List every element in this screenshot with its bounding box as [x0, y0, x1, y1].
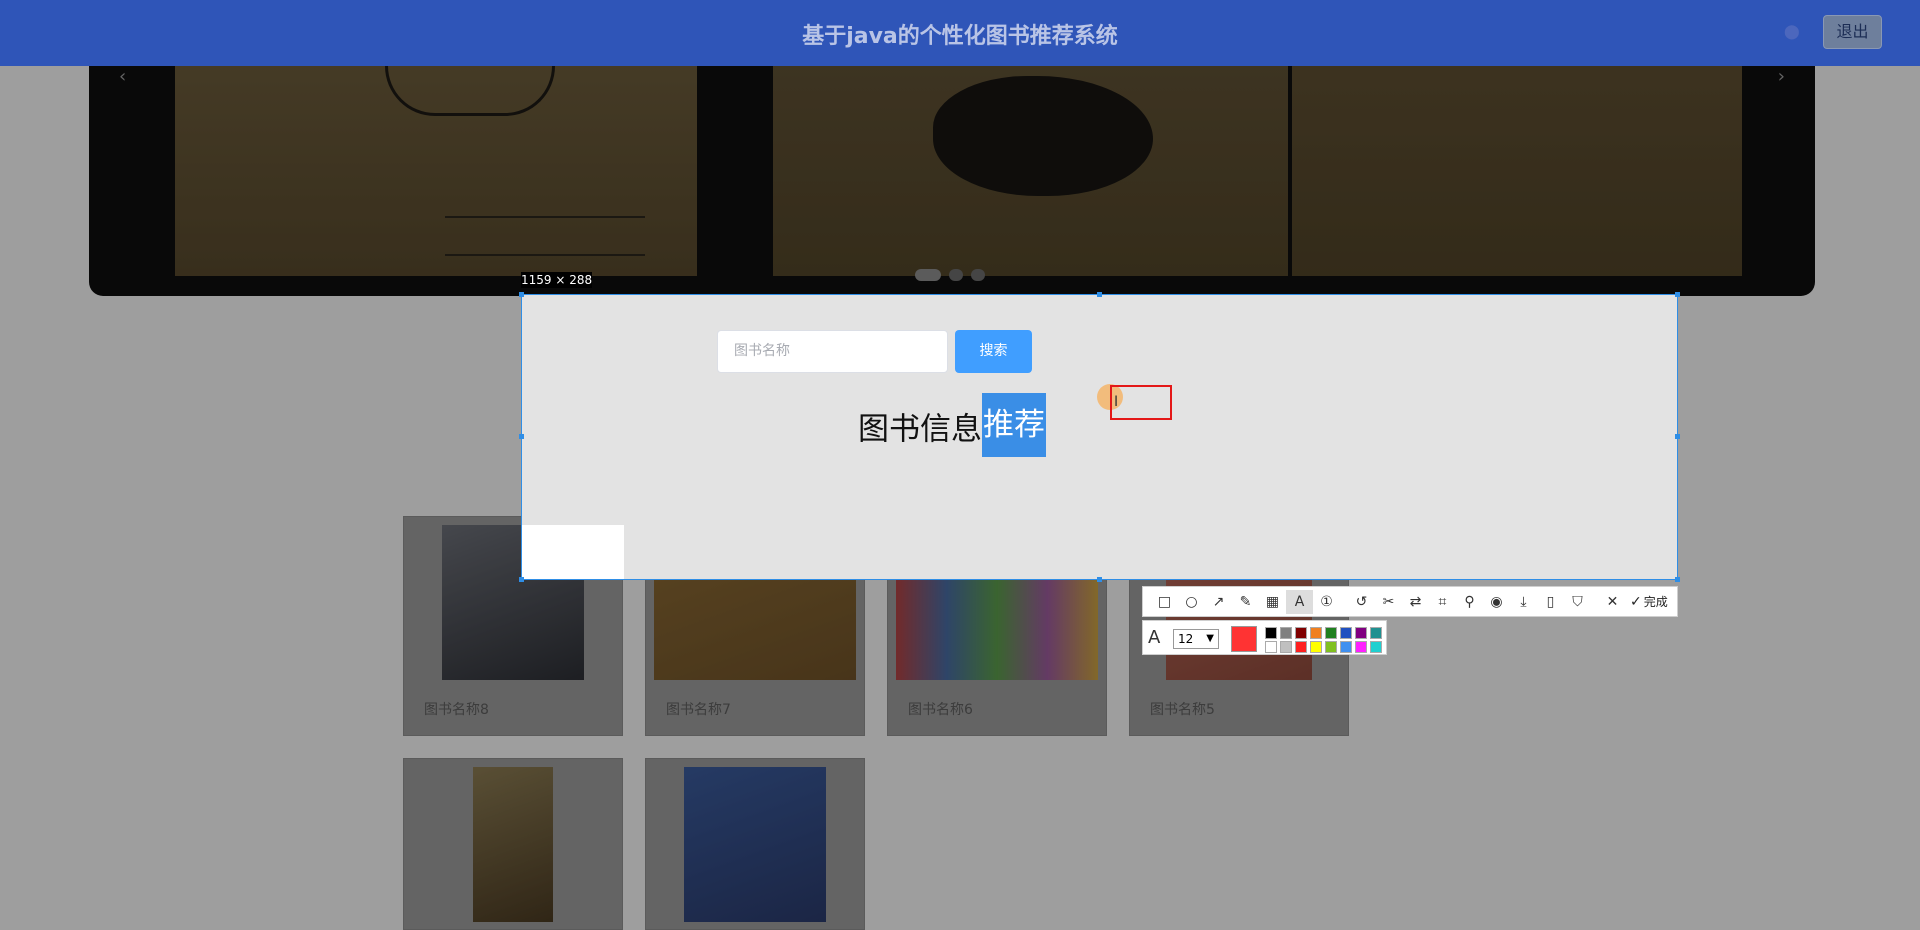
resize-handle[interactable]	[519, 434, 524, 439]
text-tool-icon[interactable]: A	[1286, 589, 1313, 614]
resize-handle[interactable]	[1675, 292, 1680, 297]
phone-icon[interactable]: ▯	[1537, 590, 1564, 614]
color-swatch[interactable]	[1310, 627, 1322, 639]
record-icon[interactable]: ◉	[1483, 590, 1510, 614]
screenshot-dim-overlay	[521, 580, 1678, 930]
resize-handle[interactable]	[519, 577, 524, 582]
done-button[interactable]: ✓ 完成	[1630, 593, 1668, 610]
color-swatch[interactable]	[1355, 627, 1367, 639]
resize-handle[interactable]	[519, 292, 524, 297]
section-heading: 图书信息推荐	[858, 393, 1046, 457]
resize-handle[interactable]	[1675, 434, 1680, 439]
font-icon: A	[1148, 627, 1161, 648]
font-size-value: 12	[1178, 632, 1194, 646]
screenshot-capture-region[interactable]: 图书名称 搜索 图书信息推荐 I	[521, 294, 1678, 580]
heading-selected-text: 推荐	[982, 393, 1046, 457]
undo-icon[interactable]: ↺	[1348, 590, 1375, 614]
user-icon[interactable]: ⬤	[1784, 24, 1800, 40]
color-swatch[interactable]	[1265, 641, 1277, 653]
done-label: 完成	[1643, 595, 1668, 609]
color-swatch[interactable]	[1340, 627, 1352, 639]
chevron-down-icon: ▼	[1206, 633, 1214, 644]
color-swatch[interactable]	[1310, 641, 1322, 653]
capture-size-label: 1159 × 288	[521, 272, 593, 288]
ocr-icon[interactable]: ⌗	[1429, 590, 1456, 614]
bookmark-icon[interactable]: ⛉	[1564, 590, 1591, 614]
toolbar-divider	[1591, 590, 1599, 614]
screenshot-dim-overlay	[0, 294, 521, 930]
toolbar-divider	[1340, 590, 1348, 614]
book-card-top-slice	[522, 525, 624, 579]
color-palette	[1265, 627, 1383, 653]
annotation-text-box[interactable]	[1110, 385, 1172, 420]
screenshot-dim-overlay	[0, 66, 1920, 294]
color-swatch[interactable]	[1295, 641, 1307, 653]
number-tool-icon[interactable]: ①	[1313, 590, 1340, 614]
resize-handle[interactable]	[1097, 292, 1102, 297]
text-cursor-icon: I	[1114, 394, 1119, 410]
color-swatch[interactable]	[1355, 641, 1367, 653]
color-swatch[interactable]	[1295, 627, 1307, 639]
screenshot-toolbar: □ ○ ↗ ✎ ▦ A ① ↺ ✂ ⇄ ⌗ ⚲ ◉ ⤓ ▯ ⛉ ✕ ✓ 完成	[1142, 586, 1678, 617]
download-icon[interactable]: ⤓	[1510, 590, 1537, 614]
resize-handle[interactable]	[1675, 577, 1680, 582]
text-options-panel: A 12 ▼	[1142, 620, 1387, 655]
translate-icon[interactable]: ⇄	[1402, 590, 1429, 614]
heading-plain-text: 图书信息	[858, 411, 982, 448]
check-icon: ✓	[1630, 594, 1642, 610]
rectangle-tool-icon[interactable]: □	[1151, 590, 1178, 614]
close-icon[interactable]: ✕	[1599, 590, 1626, 614]
cut-icon[interactable]: ✂	[1375, 590, 1402, 614]
search-button[interactable]: 搜索	[955, 330, 1032, 373]
font-size-select[interactable]: 12 ▼	[1173, 629, 1219, 649]
current-color-swatch[interactable]	[1231, 626, 1257, 652]
color-swatch[interactable]	[1325, 641, 1337, 653]
ellipse-tool-icon[interactable]: ○	[1178, 590, 1205, 614]
mosaic-tool-icon[interactable]: ▦	[1259, 590, 1286, 614]
color-swatch[interactable]	[1370, 627, 1382, 639]
book-search-input[interactable]: 图书名称	[717, 330, 948, 373]
color-swatch[interactable]	[1340, 641, 1352, 653]
screenshot-dim-overlay	[1678, 294, 1920, 930]
pin-icon[interactable]: ⚲	[1456, 590, 1483, 614]
color-swatch[interactable]	[1265, 627, 1277, 639]
color-swatch[interactable]	[1280, 627, 1292, 639]
color-swatch[interactable]	[1325, 627, 1337, 639]
color-swatch[interactable]	[1280, 641, 1292, 653]
exit-button[interactable]: 退出	[1823, 15, 1882, 49]
color-swatch[interactable]	[1370, 641, 1382, 653]
pencil-tool-icon[interactable]: ✎	[1232, 590, 1259, 614]
resize-handle[interactable]	[1097, 577, 1102, 582]
top-header: 基于java的个性化图书推荐系统 ⬤ 退出	[0, 0, 1920, 66]
site-title: 基于java的个性化图书推荐系统	[802, 24, 1118, 49]
arrow-tool-icon[interactable]: ↗	[1205, 590, 1232, 614]
